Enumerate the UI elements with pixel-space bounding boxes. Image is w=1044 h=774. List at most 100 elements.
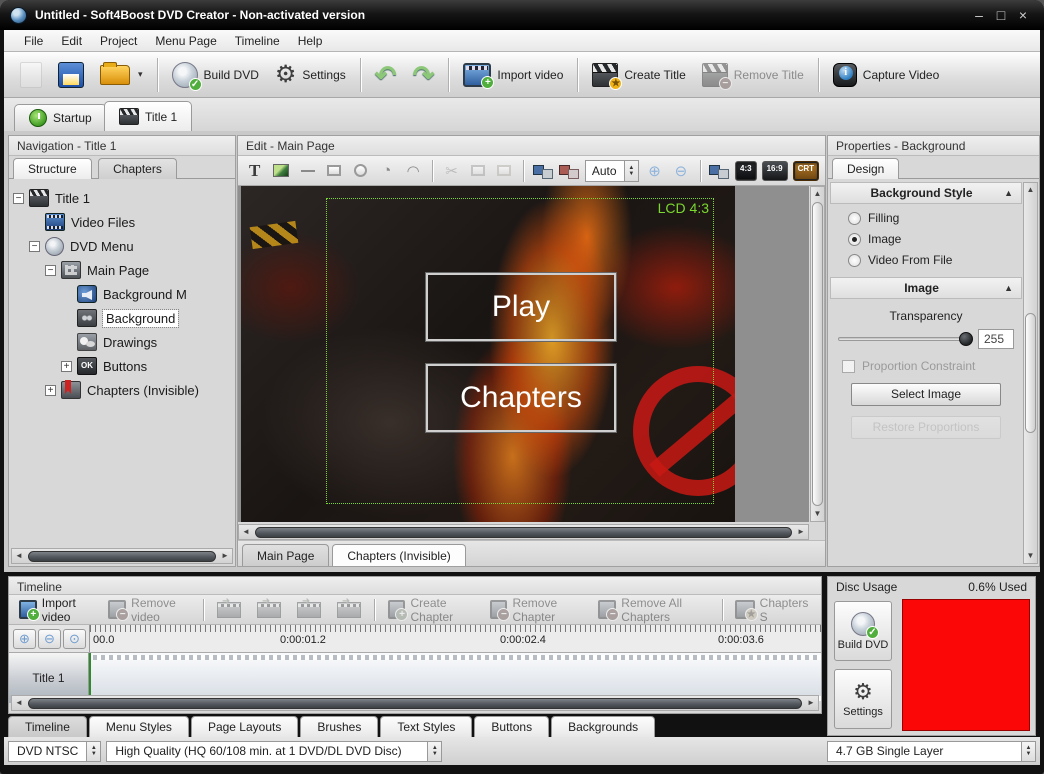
tab-brushes[interactable]: Brushes: [300, 716, 378, 737]
aspect-16-9-button[interactable]: 16:9: [762, 161, 788, 181]
menu-file[interactable]: File: [16, 32, 51, 50]
transparency-slider[interactable]: [838, 337, 972, 341]
editor-hscrollbar[interactable]: ◄ ►: [238, 524, 809, 540]
move-clip-left-button[interactable]: [211, 600, 247, 620]
navigation-hscrollbar[interactable]: ◄ ►: [11, 548, 233, 564]
scroll-down-icon[interactable]: ▼: [811, 507, 825, 521]
maximize-button[interactable]: □: [990, 7, 1012, 23]
disc-build-dvd-button[interactable]: ✓ Build DVD: [834, 601, 892, 661]
tab-structure[interactable]: Structure: [13, 158, 92, 179]
move-clip-right-button[interactable]: [331, 600, 367, 620]
tree-item-background-music[interactable]: Background M: [13, 282, 235, 306]
timeline-hscrollbar[interactable]: ◄ ►: [11, 695, 819, 711]
paste-button[interactable]: [494, 160, 515, 182]
scroll-left-icon[interactable]: ◄: [239, 525, 253, 539]
select-image-button[interactable]: Select Image: [851, 383, 1001, 406]
tree-item-chapters-invisible[interactable]: + Chapters (Invisible): [13, 378, 235, 402]
tab-timeline[interactable]: Timeline: [8, 716, 87, 737]
collapse-icon[interactable]: ▲: [1004, 188, 1013, 198]
scroll-right-icon[interactable]: ►: [804, 696, 818, 710]
ellipse-tool-button[interactable]: [350, 160, 371, 182]
expander-icon[interactable]: −: [45, 265, 56, 276]
menu-help[interactable]: Help: [290, 32, 331, 50]
tab-buttons[interactable]: Buttons: [474, 716, 549, 737]
arc-tool-button[interactable]: ◠: [402, 160, 423, 182]
quality-select[interactable]: High Quality (HQ 60/108 min. at 1 DVD/DL…: [106, 741, 442, 762]
expander-icon[interactable]: −: [13, 193, 24, 204]
scroll-left-icon[interactable]: ◄: [12, 696, 26, 710]
line-tool-button[interactable]: [297, 160, 318, 182]
tab-backgrounds[interactable]: Backgrounds: [551, 716, 655, 737]
tree-item-title1[interactable]: − Title 1: [13, 186, 235, 210]
slider-thumb[interactable]: [959, 332, 973, 346]
tree-item-video-files[interactable]: Video Files: [13, 210, 235, 234]
radio-icon[interactable]: [848, 254, 861, 267]
zoom-in-button[interactable]: ⊕: [644, 160, 665, 182]
timeline-import-video-button[interactable]: + Import video: [13, 594, 98, 626]
image-tool-button[interactable]: [270, 160, 291, 182]
crt-preview-button[interactable]: CRT: [793, 161, 819, 181]
expander-icon[interactable]: −: [29, 241, 40, 252]
tab-page-layouts[interactable]: Page Layouts: [191, 716, 298, 737]
disc-settings-button[interactable]: ⚙ Settings: [834, 669, 892, 729]
rectangle-tool-button[interactable]: [323, 160, 344, 182]
menu-preview-image[interactable]: LCD 4:3 Play Chapters: [241, 186, 735, 522]
spinner-arrows-icon[interactable]: ▲▼: [86, 742, 100, 761]
expander-icon[interactable]: +: [45, 385, 56, 396]
bring-forward-button[interactable]: [532, 160, 553, 182]
properties-vscrollbar[interactable]: ▲ ▼: [1023, 182, 1038, 564]
toggle-panes-button[interactable]: [709, 160, 730, 182]
new-project-button[interactable]: [12, 58, 50, 92]
proportion-constraint-checkbox-row[interactable]: Proportion Constraint: [830, 349, 1022, 373]
scroll-right-icon[interactable]: ►: [794, 525, 808, 539]
tab-menu-styles[interactable]: Menu Styles: [89, 716, 189, 737]
scroll-right-icon[interactable]: ►: [218, 549, 232, 563]
align-button[interactable]: [558, 160, 579, 182]
disc-size-select[interactable]: 4.7 GB Single Layer ▲▼: [827, 741, 1036, 762]
image-group-header[interactable]: Image ▲: [830, 277, 1022, 299]
text-tool-button[interactable]: T: [244, 160, 265, 182]
remove-chapter-button[interactable]: − Remove Chapter: [484, 594, 589, 626]
timeline-remove-video-button[interactable]: − Remove video: [102, 594, 196, 626]
close-button[interactable]: ×: [1012, 7, 1034, 23]
tab-startup[interactable]: Startup: [14, 104, 107, 131]
radio-icon[interactable]: [848, 212, 861, 225]
tree-item-background[interactable]: Background: [13, 306, 235, 330]
menu-timeline[interactable]: Timeline: [227, 32, 288, 50]
timeline-zoom-out-button[interactable]: ⊖: [38, 629, 61, 649]
scroll-up-icon[interactable]: ▲: [811, 187, 825, 201]
tree-item-main-page[interactable]: − Main Page: [13, 258, 235, 282]
menu-project[interactable]: Project: [92, 32, 145, 50]
undo-button[interactable]: ↶: [367, 58, 405, 92]
radio-video-from-file[interactable]: Video From File: [830, 246, 1022, 277]
remove-all-chapters-button[interactable]: − Remove All Chapters: [592, 594, 714, 626]
scroll-thumb[interactable]: [28, 698, 802, 709]
timeline-zoom-in-button[interactable]: ⊕: [13, 629, 36, 649]
open-project-button[interactable]: ▾: [92, 61, 151, 89]
scroll-left-icon[interactable]: ◄: [12, 549, 26, 563]
scroll-up-icon[interactable]: ▲: [1024, 183, 1038, 197]
transparency-value-field[interactable]: 255: [978, 329, 1014, 349]
video-format-select[interactable]: DVD NTSC ▲▼: [8, 741, 101, 762]
build-dvd-button[interactable]: ✓ Build DVD: [164, 58, 267, 92]
import-video-button[interactable]: + Import video: [455, 59, 571, 91]
redo-button[interactable]: ↷: [405, 58, 443, 92]
scroll-thumb[interactable]: [28, 551, 216, 562]
rotate-clip-right-button[interactable]: [291, 600, 327, 620]
timeline-zoom-fit-button[interactable]: ⊙: [63, 629, 86, 649]
checkbox-icon[interactable]: [842, 360, 855, 373]
settings-button[interactable]: ⚙ Settings: [267, 59, 354, 91]
spinner-arrows-icon[interactable]: ▲▼: [624, 161, 638, 181]
dvd-menu-chapters-button[interactable]: Chapters: [426, 364, 616, 432]
remove-title-button[interactable]: − Remove Title: [694, 59, 812, 91]
create-chapter-button[interactable]: + Create Chapter: [382, 594, 480, 626]
restore-proportions-button[interactable]: Restore Proportions: [851, 416, 1001, 439]
spinner-arrows-icon[interactable]: ▲▼: [1021, 742, 1035, 761]
tab-main-page[interactable]: Main Page: [242, 544, 329, 566]
tab-title1[interactable]: Title 1: [104, 101, 192, 131]
menu-menu-page[interactable]: Menu Page: [147, 32, 224, 50]
tab-chapters-invisible[interactable]: Chapters (Invisible): [332, 544, 465, 566]
capture-video-button[interactable]: Capture Video: [825, 59, 948, 91]
scroll-thumb[interactable]: [255, 527, 792, 538]
rotate-clip-left-button[interactable]: [251, 600, 287, 620]
